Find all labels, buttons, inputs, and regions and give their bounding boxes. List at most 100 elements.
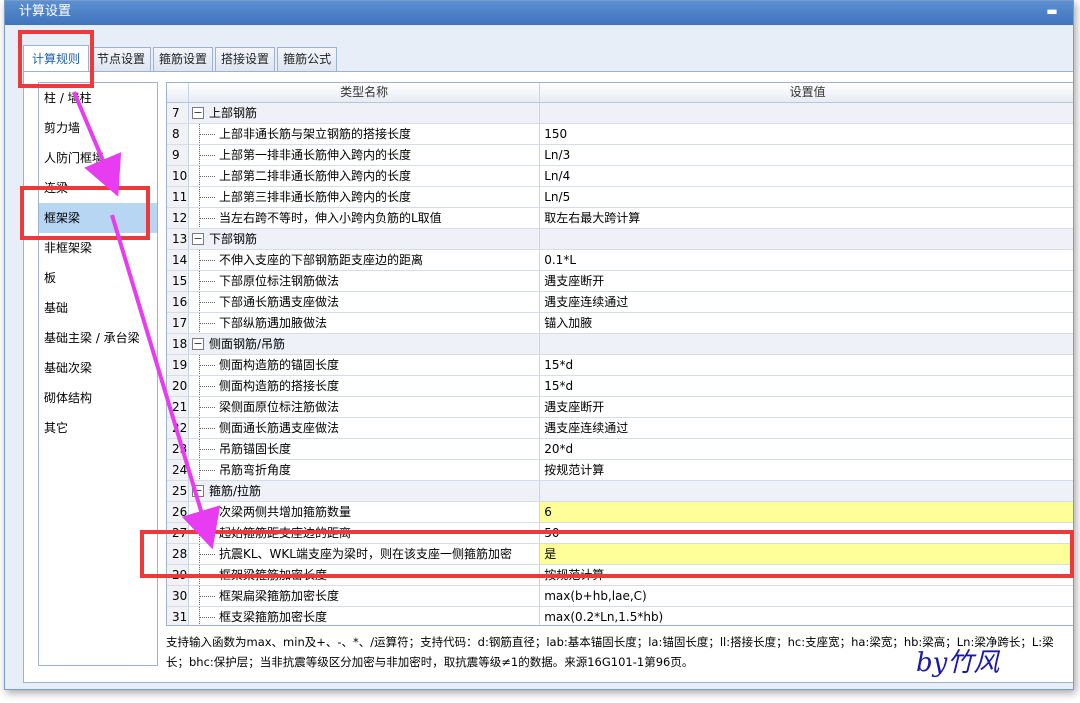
row-setting-value[interactable]: 按规范计算 xyxy=(540,460,1073,480)
header-setting-value[interactable]: 设置值 xyxy=(540,83,1073,102)
row-setting-value[interactable]: max(0.2*Ln,1.5*hb) xyxy=(540,607,1073,625)
row-type-name: 下部通长筋遇支座做法 xyxy=(189,292,541,312)
row-number: 18 xyxy=(167,334,189,354)
row-setting-value[interactable]: 0.1*L xyxy=(540,250,1073,270)
row-type-name-text: 下部钢筋 xyxy=(208,232,257,246)
table-row[interactable]: 24 吊筋弯折角度 按规范计算 xyxy=(167,460,1073,481)
row-setting-value[interactable]: 遇支座断开 xyxy=(540,271,1073,291)
sidebar-item-3[interactable]: 连梁 xyxy=(39,173,157,203)
table-row[interactable]: 22 侧面通长筋遇支座做法 遇支座连续通过 xyxy=(167,418,1073,439)
row-setting-value[interactable]: 遇支座连续通过 xyxy=(540,418,1073,438)
table-row[interactable]: 7− 上部钢筋 xyxy=(167,103,1073,124)
row-setting-value[interactable]: 遇支座连续通过 xyxy=(540,292,1073,312)
row-type-name-text: 上部钢筋 xyxy=(208,106,257,120)
row-number: 7 xyxy=(167,103,189,123)
sidebar-item-6[interactable]: 板 xyxy=(39,263,157,293)
row-setting-value[interactable]: 取左右最大跨计算 xyxy=(540,208,1073,228)
sidebar-item-4[interactable]: 框架梁 xyxy=(39,203,157,233)
row-type-name: 上部非通长筋与架立钢筋的搭接长度 xyxy=(189,124,541,144)
tab-4[interactable]: 箍筋公式 xyxy=(277,47,338,71)
row-number: 28 xyxy=(167,544,189,564)
header-type-name[interactable]: 类型名称 xyxy=(189,83,541,102)
table-row[interactable]: 27 起始箍筋距支座边的距离 50 xyxy=(167,523,1073,544)
row-setting-value[interactable]: 20*d xyxy=(540,439,1073,459)
table-row[interactable]: 25− 箍筋/拉筋 xyxy=(167,481,1073,502)
row-setting-value[interactable]: 6 xyxy=(540,502,1073,522)
row-type-name: 吊筋锚固长度 xyxy=(189,439,541,459)
row-type-name: 框支梁箍筋加密长度 xyxy=(189,607,541,625)
table-row[interactable]: 15 下部原位标注钢筋做法 遇支座断开 xyxy=(167,271,1073,292)
table-row[interactable]: 11 上部第三排非通长筋伸入跨内的长度 Ln/5 xyxy=(167,187,1073,208)
row-number: 11 xyxy=(167,187,189,207)
sidebar-item-8[interactable]: 基础主梁 / 承台梁 xyxy=(39,323,157,353)
row-setting-value xyxy=(540,334,1073,354)
table-row[interactable]: 29 框架梁箍筋加密长度 按规范计算 xyxy=(167,565,1073,586)
row-type-name: 下部原位标注钢筋做法 xyxy=(189,271,541,291)
row-setting-value[interactable]: 50 xyxy=(540,523,1073,543)
sidebar-item-1[interactable]: 剪力墙 xyxy=(39,113,157,143)
row-type-name: 上部第三排非通长筋伸入跨内的长度 xyxy=(189,187,541,207)
table-row[interactable]: 14 不伸入支座的下部钢筋距支座边的距离 0.1*L xyxy=(167,250,1073,271)
row-type-name: 上部第一排非通长筋伸入跨内的长度 xyxy=(189,145,541,165)
settings-grid: 类型名称 设置值 7− 上部钢筋 8 上部非通长筋与架立钢筋的搭接长度 150 9 上部第一… xyxy=(166,82,1073,626)
table-row[interactable]: 28 抗震KL、WKL端支座为梁时，则在该支座一侧箍筋加密 是 xyxy=(167,544,1073,565)
row-type-name: 次梁两侧共增加箍筋数量 xyxy=(189,502,541,522)
table-row[interactable]: 31 框支梁箍筋加密长度 max(0.2*Ln,1.5*hb) xyxy=(167,607,1073,625)
table-row[interactable]: 16 下部通长筋遇支座做法 遇支座连续通过 xyxy=(167,292,1073,313)
minimize-icon[interactable]: ▬ xyxy=(1045,5,1059,19)
table-row[interactable]: 23 吊筋锚固长度 20*d xyxy=(167,439,1073,460)
row-type-name: 梁侧面原位标注筋做法 xyxy=(189,397,541,417)
row-type-name-text: 上部第二排非通长筋伸入跨内的长度 xyxy=(218,169,411,183)
table-row[interactable]: 20 侧面构造筋的搭接长度 15*d xyxy=(167,376,1073,397)
table-row[interactable]: 21 梁侧面原位标注筋做法 遇支座断开 xyxy=(167,397,1073,418)
row-type-name: 下部纵筋遇加腋做法 xyxy=(189,313,541,333)
table-row[interactable]: 9 上部第一排非通长筋伸入跨内的长度 Ln/3 xyxy=(167,145,1073,166)
row-setting-value[interactable]: 遇支座断开 xyxy=(540,397,1073,417)
table-row[interactable]: 13− 下部钢筋 xyxy=(167,229,1073,250)
row-setting-value[interactable]: Ln/5 xyxy=(540,187,1073,207)
sidebar-item-7[interactable]: 基础 xyxy=(39,293,157,323)
collapse-icon[interactable]: − xyxy=(191,233,204,245)
title-bar[interactable]: 计算设置 ▬ xyxy=(5,1,1073,25)
table-row[interactable]: 17 下部纵筋遇加腋做法 锚入加腋 xyxy=(167,313,1073,334)
tab-1[interactable]: 节点设置 xyxy=(91,47,152,71)
collapse-icon[interactable]: − xyxy=(191,107,204,119)
row-type-name: 框架梁箍筋加密长度 xyxy=(189,565,541,585)
tab-3[interactable]: 搭接设置 xyxy=(215,47,276,71)
table-row[interactable]: 26 次梁两侧共增加箍筋数量 6 xyxy=(167,502,1073,523)
row-type-name-text: 框支梁箍筋加密长度 xyxy=(218,610,327,624)
table-row[interactable]: 8 上部非通长筋与架立钢筋的搭接长度 150 xyxy=(167,124,1073,145)
row-setting-value[interactable]: 锚入加腋 xyxy=(540,313,1073,333)
row-number: 31 xyxy=(167,607,189,625)
row-type-name-text: 下部通长筋遇支座做法 xyxy=(218,295,339,309)
sidebar-item-0[interactable]: 柱 / 墙柱 xyxy=(39,83,157,113)
row-setting-value[interactable]: 15*d xyxy=(540,376,1073,396)
row-setting-value[interactable]: Ln/4 xyxy=(540,166,1073,186)
sidebar-item-5[interactable]: 非框架梁 xyxy=(39,233,157,263)
row-number: 27 xyxy=(167,523,189,543)
collapse-icon[interactable]: − xyxy=(191,485,204,497)
table-row[interactable]: 10 上部第二排非通长筋伸入跨内的长度 Ln/4 xyxy=(167,166,1073,187)
sidebar-item-9[interactable]: 基础次梁 xyxy=(39,353,157,383)
row-setting-value[interactable]: 是 xyxy=(540,544,1073,564)
row-type-name: 侧面构造筋的锚固长度 xyxy=(189,355,541,375)
row-number: 12 xyxy=(167,208,189,228)
row-type-name: − 下部钢筋 xyxy=(188,229,541,249)
tab-0[interactable]: 计算规则 xyxy=(23,45,90,71)
row-setting-value[interactable]: 15*d xyxy=(540,355,1073,375)
row-setting-value[interactable]: max(b+hb,lae,C) xyxy=(540,586,1073,606)
table-row[interactable]: 18− 侧面钢筋/吊筋 xyxy=(167,334,1073,355)
calc-settings-window: 计算设置 ▬ 计算规则 节点设置 箍筋设置 搭接设置 箍筋公式 柱 / 墙柱 剪力墙 人防门… xyxy=(4,0,1074,690)
tab-2[interactable]: 箍筋设置 xyxy=(153,47,214,71)
table-row[interactable]: 30 框架扁梁箍筋加密长度 max(b+hb,lae,C) xyxy=(167,586,1073,607)
row-setting-value[interactable]: 150 xyxy=(540,124,1073,144)
sidebar-item-2[interactable]: 人防门框墙 xyxy=(39,143,157,173)
sidebar-item-10[interactable]: 砌体结构 xyxy=(39,383,157,413)
collapse-icon[interactable]: − xyxy=(191,338,204,350)
table-row[interactable]: 12 当左右跨不等时，伸入小跨内负筋的L取值 取左右最大跨计算 xyxy=(167,208,1073,229)
row-setting-value[interactable]: 按规范计算 xyxy=(540,565,1073,585)
row-setting-value[interactable]: Ln/3 xyxy=(540,145,1073,165)
sidebar-item-11[interactable]: 其它 xyxy=(39,413,157,443)
table-row[interactable]: 19 侧面构造筋的锚固长度 15*d xyxy=(167,355,1073,376)
row-type-name: − 箍筋/拉筋 xyxy=(188,481,541,501)
